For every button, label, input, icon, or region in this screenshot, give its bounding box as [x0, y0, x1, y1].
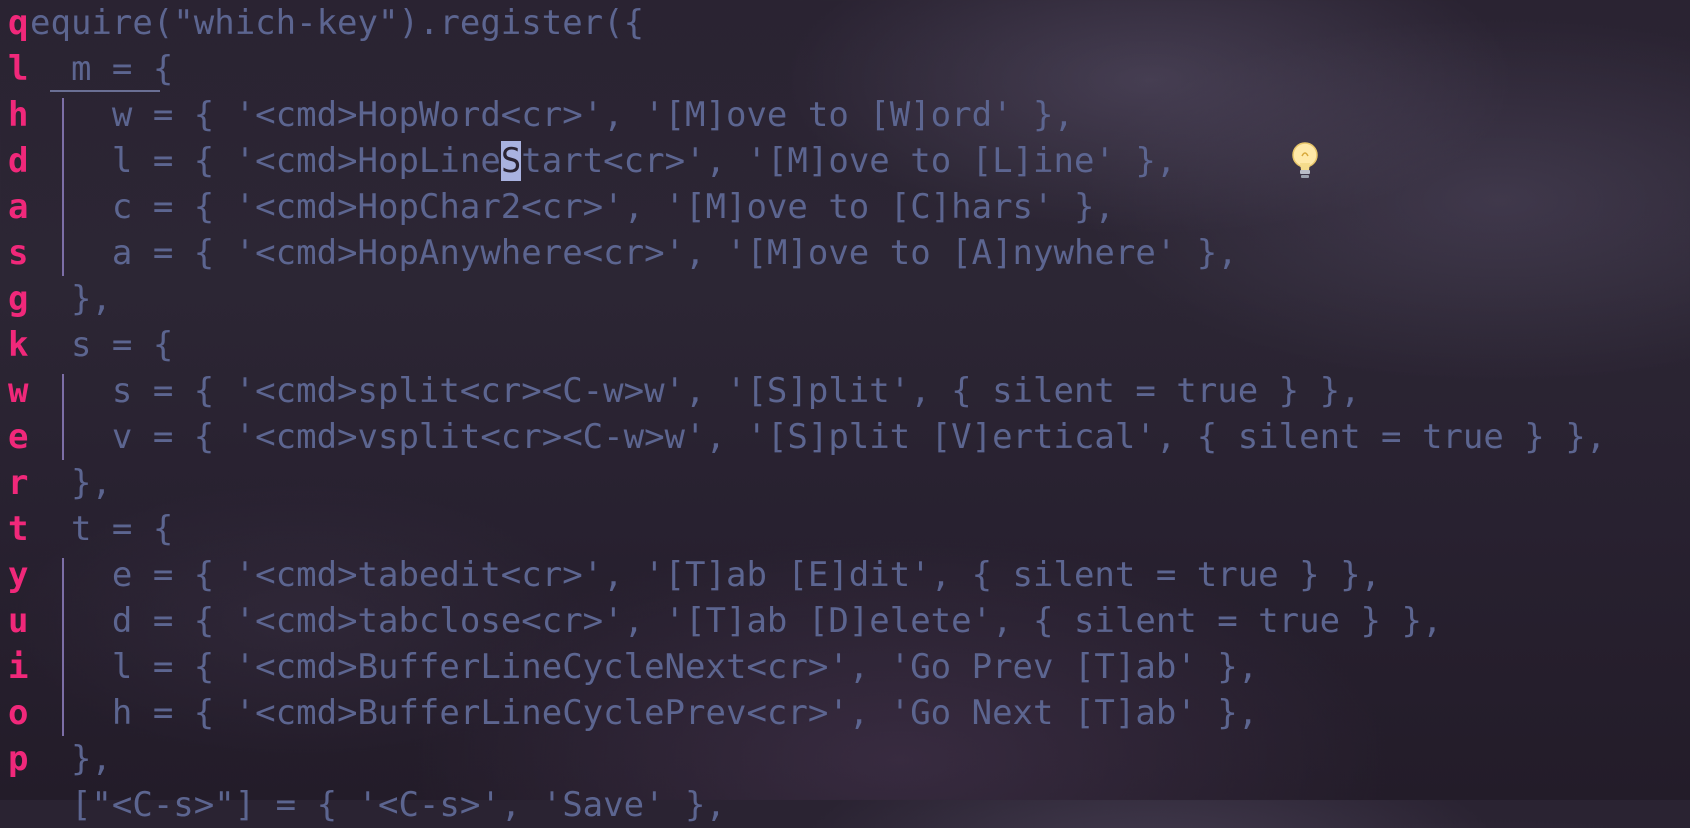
code-line[interactable]: },: [30, 276, 112, 322]
indent-guide: [62, 98, 64, 276]
code-line[interactable]: s = { '<cmd>split<cr><C-w>w', '[S]plit',…: [30, 368, 1361, 414]
text-cursor: S: [500, 141, 522, 181]
code-line[interactable]: e = { '<cmd>tabedit<cr>', '[T]ab [E]dit'…: [30, 552, 1381, 598]
code-line[interactable]: d = { '<cmd>tabclose<cr>', '[T]ab [D]ele…: [30, 598, 1443, 644]
code-line[interactable]: equire("which-key").register({: [30, 0, 644, 46]
code-text: l = { '<cmd>HopLine: [30, 141, 501, 181]
code-text: tart<cr>', '[M]ove to [L]ine' },: [521, 141, 1177, 181]
lightbulb-icon[interactable]: [1290, 140, 1320, 184]
code-line[interactable]: t = {: [30, 506, 173, 552]
code-line[interactable]: w = { '<cmd>HopWord<cr>', '[M]ove to [W]…: [30, 92, 1074, 138]
code-line[interactable]: c = { '<cmd>HopChar2<cr>', '[M]ove to [C…: [30, 184, 1115, 230]
code-line[interactable]: l = { '<cmd>BufferLineCycleNext<cr>', 'G…: [30, 644, 1258, 690]
code-line[interactable]: v = { '<cmd>vsplit<cr><C-w>w', '[S]plit …: [30, 414, 1606, 460]
indent-guide: [62, 374, 64, 460]
code-line[interactable]: a = { '<cmd>HopAnywhere<cr>', '[M]ove to…: [30, 230, 1238, 276]
indent-guide: [62, 558, 64, 736]
code-line[interactable]: h = { '<cmd>BufferLineCyclePrev<cr>', 'G…: [30, 690, 1258, 736]
code-line-with-cursor[interactable]: l = { '<cmd>HopLineStart<cr>', '[M]ove t…: [30, 138, 1176, 184]
code-line[interactable]: },: [30, 736, 112, 782]
code-line[interactable]: s = {: [30, 322, 173, 368]
code-line[interactable]: ["<C-s>"] = { '<C-s>', 'Save' },: [30, 782, 726, 828]
code-line[interactable]: },: [30, 460, 112, 506]
code-line[interactable]: m = {: [30, 46, 173, 92]
